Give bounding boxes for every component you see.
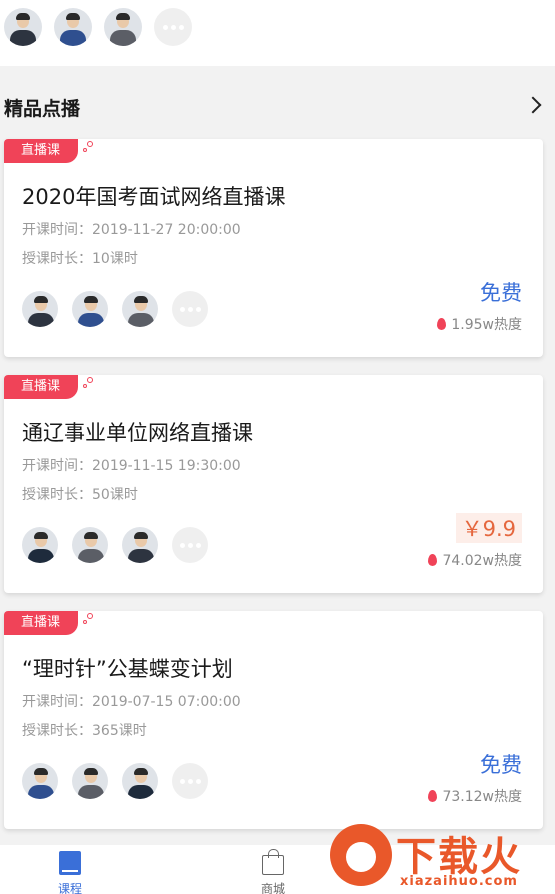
avatar[interactable]: [122, 291, 158, 327]
avatar[interactable]: [54, 8, 92, 46]
avatar[interactable]: [22, 527, 58, 563]
live-course-tag: 直播课: [4, 611, 78, 635]
avatar[interactable]: [72, 291, 108, 327]
watermark-logo-icon: [330, 824, 392, 886]
course-price: 免费: [480, 281, 522, 305]
course-start-time: 开课时间：2019-11-15 19:30:00: [22, 458, 241, 474]
tab-label: 商城: [260, 882, 285, 894]
top-teacher-strip: [0, 0, 555, 66]
course-price: 免费: [480, 753, 522, 777]
section-title: 精品点播: [4, 98, 81, 120]
course-duration: 授课时长：365课时: [22, 723, 147, 739]
tab-mall[interactable]: 商城: [223, 845, 323, 894]
avatar[interactable]: [72, 763, 108, 799]
heat-value: 1.95w热度: [451, 317, 522, 333]
watermark: 下载火 xiazaihuo.com: [330, 822, 555, 894]
teacher-avatar-row: [22, 291, 208, 327]
flame-icon: [428, 554, 438, 566]
avatar[interactable]: [72, 527, 108, 563]
avatar[interactable]: [22, 291, 58, 327]
more-teachers-icon[interactable]: [172, 763, 208, 799]
course-title: “理时针”公基蝶变计划: [22, 657, 233, 681]
course-card[interactable]: 直播课 通辽事业单位网络直播课 开课时间：2019-11-15 19:30:00…: [4, 375, 543, 593]
course-duration: 授课时长：10课时: [22, 251, 138, 267]
live-course-tag: 直播课: [4, 375, 78, 399]
course-start-time: 开课时间：2019-11-27 20:00:00: [22, 222, 241, 238]
tab-courses[interactable]: 课程: [20, 845, 120, 894]
heat-value: 73.12w热度: [442, 789, 522, 805]
avatar[interactable]: [4, 8, 42, 46]
avatar[interactable]: [122, 763, 158, 799]
flame-icon: [437, 318, 447, 330]
course-title: 2020年国考面试网络直播课: [22, 185, 286, 209]
course-card[interactable]: 直播课 “理时针”公基蝶变计划 开课时间：2019-07-15 07:00:00…: [4, 611, 543, 829]
more-teachers-icon[interactable]: [172, 291, 208, 327]
course-heat: 73.12w热度: [428, 786, 522, 806]
course-card[interactable]: 直播课 2020年国考面试网络直播课 开课时间：2019-11-27 20:00…: [4, 139, 543, 357]
heat-value: 74.02w热度: [442, 553, 522, 569]
avatar[interactable]: [104, 8, 142, 46]
section-header[interactable]: 精品点播: [0, 86, 555, 130]
course-start-time: 开课时间：2019-07-15 07:00:00: [22, 694, 241, 710]
avatar[interactable]: [122, 527, 158, 563]
tab-label: 课程: [57, 882, 82, 894]
chevron-right-icon[interactable]: [524, 96, 542, 114]
course-heat: 74.02w热度: [428, 550, 522, 570]
course-title: 通辽事业单位网络直播课: [22, 421, 253, 445]
teacher-avatar-row: [22, 527, 208, 563]
more-teachers-icon[interactable]: [172, 527, 208, 563]
live-course-tag: 直播课: [4, 139, 78, 163]
course-duration: 授课时长：50课时: [22, 487, 138, 503]
course-heat: 1.95w热度: [437, 314, 522, 334]
flame-icon: [428, 790, 438, 802]
course-price: ￥9.9: [455, 513, 522, 543]
teacher-avatar-row: [4, 8, 192, 46]
book-icon: [59, 851, 81, 875]
watermark-url: xiazaihuo.com: [400, 874, 518, 889]
shopping-bag-icon: [262, 849, 284, 875]
more-teachers-icon[interactable]: [154, 8, 192, 46]
avatar[interactable]: [22, 763, 58, 799]
teacher-avatar-row: [22, 763, 208, 799]
